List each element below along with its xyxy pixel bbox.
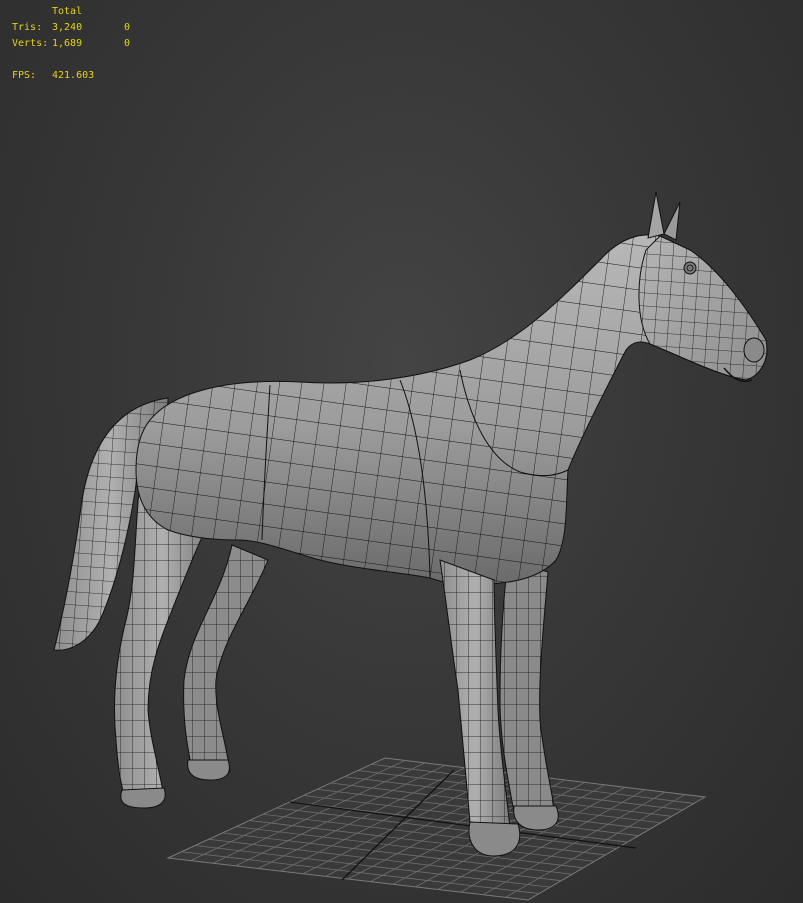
horse-muzzle (743, 337, 765, 363)
horse-eye (683, 261, 697, 275)
3d-viewport[interactable]: Total Tris: 3,240 0 Verts: 1,689 0 FPS: … (0, 0, 803, 903)
horse-far-front-leg (499, 559, 557, 821)
home-grid (166, 757, 707, 901)
horse-far-hind-leg (183, 544, 269, 773)
horse-head (638, 235, 768, 383)
horse-mesh[interactable] (53, 191, 768, 857)
horse-ears (647, 191, 681, 241)
viewport-canvas (53, 191, 768, 901)
